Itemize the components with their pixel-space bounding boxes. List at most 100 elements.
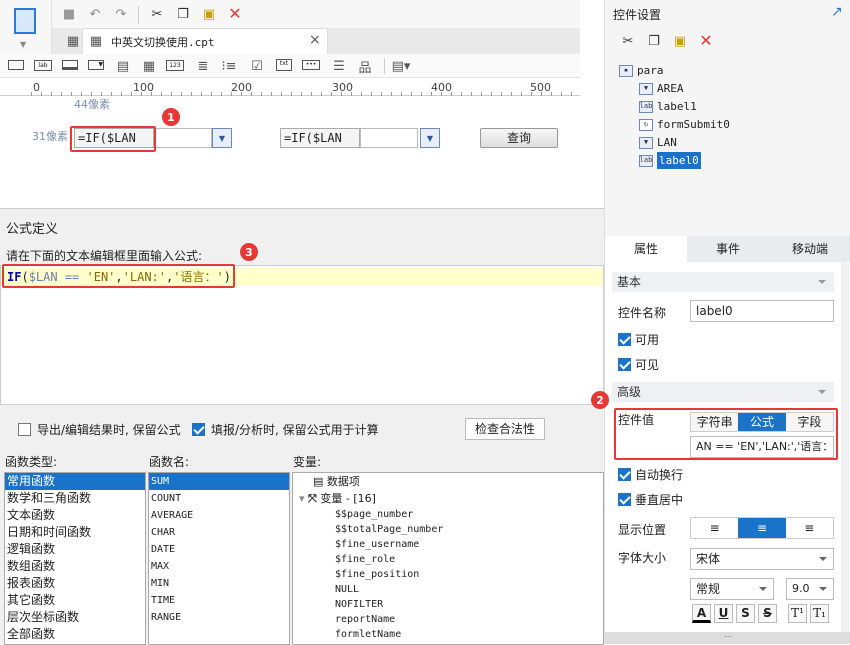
keep-formula-fill-option[interactable]: 填报/分析时, 保留公式用于计算	[192, 421, 379, 438]
auto-wrap-option[interactable]: 自动换行	[618, 466, 683, 483]
tree-leaf[interactable]: formletName	[293, 627, 603, 642]
align-right-icon[interactable]: ≡	[785, 518, 833, 538]
tree-leaf[interactable]: reportName	[293, 612, 603, 627]
list-item[interactable]: DATE	[149, 541, 289, 558]
list-item[interactable]: 数组函数	[5, 558, 145, 575]
tree-node-label1[interactable]: lab label1	[639, 98, 697, 115]
align-center-icon[interactable]: ≡	[738, 518, 786, 538]
text-field[interactable]	[154, 128, 212, 148]
section-advanced[interactable]: 高级	[612, 382, 834, 402]
paste-icon[interactable]: ▣	[671, 32, 689, 50]
list-item[interactable]: MIN	[149, 575, 289, 592]
copy-icon[interactable]: ❐	[645, 32, 663, 50]
tree-combo-icon[interactable]: ▤	[114, 57, 132, 75]
align-left-icon[interactable]: ≡	[691, 518, 739, 538]
cut-icon[interactable]: ✂	[619, 32, 637, 50]
list-item[interactable]: 逻辑函数	[5, 541, 145, 558]
panel-scrollbar[interactable]	[841, 262, 849, 632]
more-widgets-icon[interactable]: ▤▾	[392, 57, 411, 75]
font-style-select[interactable]: 常规	[690, 578, 774, 600]
close-icon[interactable]: ×	[309, 32, 321, 48]
combo-widget[interactable]: ▼	[212, 128, 232, 148]
number-widget-icon[interactable]: 123	[166, 60, 184, 71]
list-item[interactable]: 层次坐标函数	[5, 609, 145, 626]
chevron-down-icon[interactable]: ▼	[20, 40, 26, 49]
list-item[interactable]: SUM	[149, 473, 289, 490]
save-icon[interactable]: ■	[60, 5, 78, 23]
section-basic[interactable]: 基本	[612, 272, 834, 292]
tree-node[interactable]: ▤ 数据项	[293, 473, 603, 490]
tree-node[interactable]: ▾ ⤧ 变量 - [16]	[293, 490, 603, 507]
grid-icon[interactable]: ▦	[64, 32, 82, 50]
list-item[interactable]: 文本函数	[5, 507, 145, 524]
list-item[interactable]: TIME	[149, 592, 289, 609]
tree-node-area[interactable]: ▼ AREA	[639, 80, 684, 97]
file-tab[interactable]: ▦ 中英文切换使用.cpt ×	[82, 28, 328, 54]
textarea-widget-icon[interactable]: ≣	[194, 57, 212, 75]
shadow-button[interactable]: S	[736, 604, 755, 623]
button-widget-icon[interactable]	[62, 60, 78, 70]
label-widget-icon[interactable]: lab	[34, 60, 52, 71]
list-widget-icon[interactable]: ☰	[330, 57, 348, 75]
label-widget[interactable]: =IF($LAN	[280, 128, 360, 148]
checkbox[interactable]	[618, 493, 631, 506]
visible-option[interactable]: 可见	[618, 356, 659, 373]
font-color-button[interactable]: A	[692, 604, 711, 623]
checkbox[interactable]	[618, 333, 631, 346]
tree-leaf[interactable]: NOFILTER	[293, 597, 603, 612]
tree-node-lan[interactable]: ▼ LAN	[639, 134, 677, 151]
tab-mobile[interactable]: 移动端	[769, 236, 850, 262]
variable-tree[interactable]: ▤ 数据项 ▾ ⤧ 变量 - [16] $$page_number $$tota…	[292, 472, 604, 645]
checkbox[interactable]	[18, 423, 31, 436]
tree-leaf[interactable]: $fine_role	[293, 552, 603, 567]
enabled-option[interactable]: 可用	[618, 331, 659, 348]
text-widget-icon[interactable]: txt	[276, 59, 292, 71]
tab-events[interactable]: 事件	[687, 236, 769, 262]
combo-widget[interactable]: ▼	[420, 128, 440, 148]
keep-formula-export-option[interactable]: 导出/编辑结果时, 保留公式	[18, 421, 181, 438]
list-item[interactable]: COUNT	[149, 490, 289, 507]
underline-button[interactable]: U	[714, 604, 733, 623]
tree-leaf[interactable]: $fine_username	[293, 537, 603, 552]
delete-icon[interactable]: ✕	[226, 4, 244, 23]
widget-name-input[interactable]: label0	[690, 300, 834, 322]
font-size-select[interactable]: 9.0	[786, 578, 834, 600]
list-item[interactable]: AVERAGE	[149, 507, 289, 524]
textbox-widget-icon[interactable]	[8, 60, 24, 70]
vertical-center-option[interactable]: 垂直居中	[618, 491, 683, 508]
tree-node-label0[interactable]: lab label0	[639, 152, 701, 169]
tab-properties[interactable]: 属性	[605, 236, 687, 262]
checkbox-group-icon[interactable]: ☑	[248, 57, 266, 75]
list-item[interactable]: CHAR	[149, 524, 289, 541]
list-item[interactable]: 报表函数	[5, 575, 145, 592]
template-icon[interactable]	[14, 8, 36, 34]
tree-node-para[interactable]: ▪ para	[619, 62, 664, 79]
func-name-list[interactable]: SUM COUNT AVERAGE CHAR DATE MAX MIN TIME…	[148, 472, 290, 645]
checkbox[interactable]	[618, 358, 631, 371]
list-item[interactable]: 其它函数	[5, 592, 145, 609]
tree-widget-icon[interactable]: 品	[356, 57, 374, 76]
subscript-button[interactable]: T₁	[810, 604, 829, 623]
query-button[interactable]: 查询	[480, 128, 558, 148]
expand-icon[interactable]: ↗	[831, 4, 843, 20]
combo-widget-icon[interactable]: ▼	[88, 60, 104, 70]
expand-icon[interactable]: ▾	[299, 492, 305, 505]
redo-icon[interactable]: ↷	[112, 5, 130, 23]
tree-leaf[interactable]: $$page_number	[293, 507, 603, 522]
paste-icon[interactable]: ▣	[200, 5, 218, 23]
tree-leaf[interactable]: NULL	[293, 582, 603, 597]
list-item[interactable]: 日期和时间函数	[5, 524, 145, 541]
radio-group-icon[interactable]: ⁝≡	[220, 57, 238, 75]
checkbox[interactable]	[618, 468, 631, 481]
list-item[interactable]: 全部函数	[5, 626, 145, 643]
superscript-button[interactable]: T¹	[788, 604, 807, 623]
tree-node-formsubmit0[interactable]: ↻ formSubmit0	[639, 116, 730, 133]
list-item[interactable]: RANGE	[149, 609, 289, 626]
delete-icon[interactable]: ✕	[697, 31, 715, 50]
font-family-select[interactable]: 宋体	[690, 548, 834, 570]
list-item[interactable]: MAX	[149, 558, 289, 575]
copy-icon[interactable]: ❐	[174, 5, 192, 23]
cut-icon[interactable]: ✂	[148, 5, 166, 23]
password-widget-icon[interactable]: •••	[302, 60, 320, 70]
list-item[interactable]: 数学和三角函数	[5, 490, 145, 507]
